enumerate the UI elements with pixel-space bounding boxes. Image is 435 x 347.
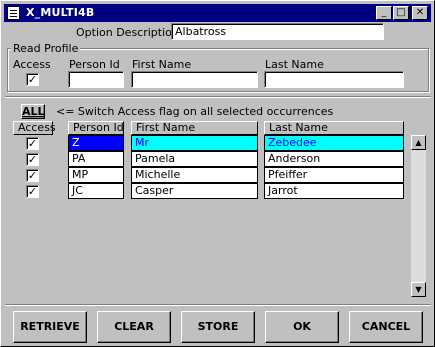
profile-access-label: Access (13, 58, 51, 71)
grid-header-person-id[interactable]: Person Id (68, 121, 124, 135)
row-person-id[interactable]: Z (68, 135, 124, 151)
all-button[interactable]: ALL (21, 104, 45, 119)
row-first-name[interactable]: Michelle (131, 167, 258, 183)
read-profile-legend: Read Profile (11, 42, 81, 55)
title-bar[interactable]: X_MULTI4B _ □ ✕ (4, 4, 431, 22)
row-person-id[interactable]: JC (68, 183, 124, 199)
window-title: X_MULTI4B (26, 6, 95, 19)
row-person-id[interactable]: MP (68, 167, 124, 183)
row-last-name[interactable]: Zebedee (264, 135, 404, 151)
clear-button[interactable]: CLEAR (97, 311, 171, 343)
profile-access-checkbox[interactable]: ✓ (26, 73, 39, 86)
row-access-checkbox[interactable]: ✓ (26, 185, 39, 198)
store-button[interactable]: STORE (181, 311, 255, 343)
profile-last-name-field[interactable] (264, 71, 404, 88)
profile-first-name-field[interactable] (131, 71, 258, 88)
row-access-checkbox[interactable]: ✓ (26, 137, 39, 150)
option-description-field[interactable]: Albatross (171, 23, 384, 40)
grid-scrollbar[interactable]: ▲ ▼ (411, 135, 426, 297)
profile-person-id-field[interactable] (68, 71, 124, 88)
grid-header-last-name[interactable]: Last Name (264, 121, 404, 135)
row-first-name[interactable]: Pamela (131, 151, 258, 167)
row-last-name[interactable]: Jarrot (264, 183, 404, 199)
row-first-name[interactable]: Mr (131, 135, 258, 151)
retrieve-button[interactable]: RETRIEVE (13, 311, 87, 343)
row-last-name[interactable]: Pfeiffer (264, 167, 404, 183)
profile-last-name-label: Last Name (265, 58, 324, 71)
option-description-label: Option Description (76, 26, 179, 39)
row-access-checkbox[interactable]: ✓ (26, 169, 39, 182)
row-first-name[interactable]: Casper (131, 183, 258, 199)
row-last-name[interactable]: Anderson (264, 151, 404, 167)
row-person-id[interactable]: PA (68, 151, 124, 167)
maximize-button[interactable]: □ (393, 6, 409, 20)
profile-first-name-label: First Name (132, 58, 192, 71)
profile-person-id-label: Person Id (69, 58, 120, 71)
ok-button[interactable]: OK (265, 311, 339, 343)
grid-header-first-name[interactable]: First Name (131, 121, 258, 135)
scroll-down-button[interactable]: ▼ (411, 282, 426, 297)
cancel-button[interactable]: CANCEL (349, 311, 423, 343)
bottom-separator (5, 304, 431, 306)
main-window: X_MULTI4B _ □ ✕ Option Description Albat… (0, 0, 435, 347)
minimize-button[interactable]: _ (376, 6, 392, 20)
window-icon (7, 6, 20, 20)
row-access-checkbox[interactable]: ✓ (26, 153, 39, 166)
grid-header-access[interactable]: Access (13, 121, 56, 135)
close-button[interactable]: ✕ (412, 6, 428, 20)
separator (5, 96, 431, 98)
scroll-up-button[interactable]: ▲ (411, 135, 426, 150)
switch-hint: <= Switch Access flag on all selected oc… (56, 105, 334, 118)
